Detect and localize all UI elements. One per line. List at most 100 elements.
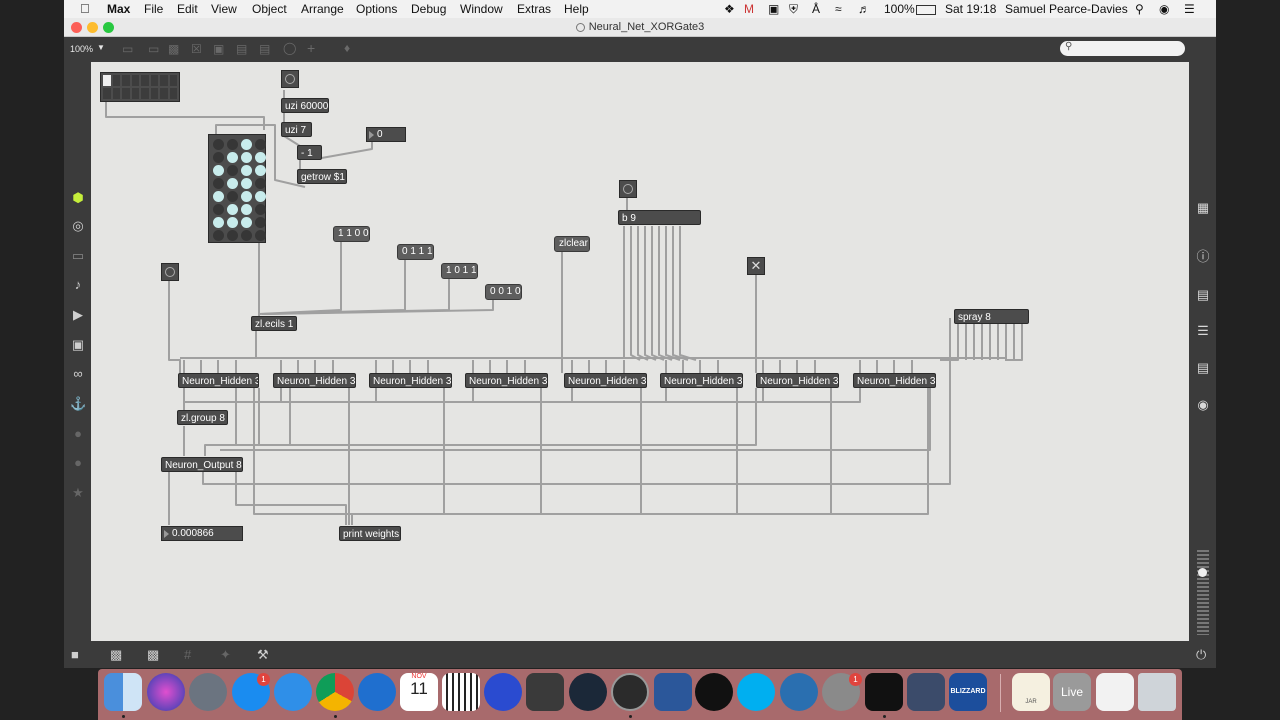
matrix-cell[interactable] xyxy=(112,75,120,86)
matrix-cell[interactable] xyxy=(169,88,177,99)
matrix-cell[interactable] xyxy=(141,88,149,99)
buffer-bang-button[interactable] xyxy=(619,180,637,198)
led-cell-on[interactable] xyxy=(227,217,238,228)
row-selector-matrix[interactable] xyxy=(100,72,180,102)
matrix-cell[interactable] xyxy=(122,88,130,99)
message-1100[interactable]: 1 1 0 0 xyxy=(333,226,370,242)
toggle-x-icon[interactable]: ✕ xyxy=(747,257,765,275)
buffer-object[interactable]: b 9 xyxy=(618,210,701,225)
max-icon[interactable] xyxy=(611,673,649,711)
led-cell-off[interactable] xyxy=(241,230,252,241)
matrix-cell[interactable] xyxy=(169,75,177,86)
counter-number-box[interactable]: 0 xyxy=(366,127,406,142)
document-stack-icon[interactable] xyxy=(1096,673,1134,711)
dvd-icon[interactable] xyxy=(526,673,564,711)
output-number-box[interactable]: 0.000866 xyxy=(161,526,243,541)
zlclear-message[interactable]: zlclear xyxy=(554,236,590,252)
neuron-hidden-7[interactable]: Neuron_Hidden 3 xyxy=(756,373,839,388)
calendar-icon[interactable]: NOV 11 xyxy=(400,673,438,711)
siri-dock-icon[interactable] xyxy=(147,673,185,711)
ableton-live-icon[interactable]: Live xyxy=(1053,673,1091,711)
matrix-cell[interactable] xyxy=(122,75,130,86)
jar-launcher-icon[interactable]: JAR xyxy=(1012,673,1050,711)
omnifocus-icon[interactable] xyxy=(907,673,945,711)
led-cell-on[interactable] xyxy=(213,191,224,202)
terminal-icon[interactable] xyxy=(865,673,903,711)
word-icon[interactable] xyxy=(654,673,692,711)
matrix-cell[interactable] xyxy=(150,88,158,99)
led-cell-off[interactable] xyxy=(227,191,238,202)
matrix-cell[interactable] xyxy=(112,88,120,99)
chrome-icon[interactable] xyxy=(316,673,354,711)
led-cell-on[interactable] xyxy=(227,178,238,189)
left-bang-button[interactable] xyxy=(161,263,179,281)
neuron-hidden-1[interactable]: Neuron_Hidden 3 xyxy=(178,373,259,388)
led-cell-on[interactable] xyxy=(241,204,252,215)
spray-object[interactable]: spray 8 xyxy=(954,309,1029,324)
matrix-cell[interactable] xyxy=(160,75,168,86)
message-1011[interactable]: 1 0 1 1 xyxy=(441,263,478,279)
neuron-hidden-3[interactable]: Neuron_Hidden 3 xyxy=(369,373,452,388)
start-bang-button[interactable] xyxy=(281,70,299,88)
led-cell-off[interactable] xyxy=(255,204,266,215)
matrix-cell[interactable] xyxy=(150,75,158,86)
led-cell-off[interactable] xyxy=(213,139,224,150)
led-cell-on[interactable] xyxy=(213,165,224,176)
neuron-hidden-2[interactable]: Neuron_Hidden 3 xyxy=(273,373,356,388)
led-cell-on[interactable] xyxy=(255,165,266,176)
led-cell-on[interactable] xyxy=(241,139,252,150)
uzi-60000-object[interactable]: uzi 60000 xyxy=(281,98,329,113)
uzi-7-object[interactable]: uzi 7 xyxy=(281,122,312,137)
led-cell-off[interactable] xyxy=(227,165,238,176)
zl-ecils-object[interactable]: zl.ecils 1 xyxy=(251,316,297,331)
steam-icon[interactable] xyxy=(569,673,607,711)
neuron-hidden-6[interactable]: Neuron_Hidden 3 xyxy=(660,373,743,388)
led-cell-off[interactable] xyxy=(255,217,266,228)
neuron-hidden-5[interactable]: Neuron_Hidden 3 xyxy=(564,373,647,388)
launchpad-icon[interactable] xyxy=(189,673,227,711)
led-cell-on[interactable] xyxy=(213,217,224,228)
led-cell-on[interactable] xyxy=(227,152,238,163)
led-cell-on[interactable] xyxy=(241,191,252,202)
led-cell-on[interactable] xyxy=(241,165,252,176)
led-cell-on[interactable] xyxy=(255,152,266,163)
minus-object[interactable]: - 1 xyxy=(297,145,322,160)
vectorworks-icon[interactable] xyxy=(695,673,733,711)
piano-icon[interactable] xyxy=(442,673,480,711)
led-cell-off[interactable] xyxy=(213,204,224,215)
led-cell-off[interactable] xyxy=(213,230,224,241)
led-cell-on[interactable] xyxy=(241,178,252,189)
led-cell-on[interactable] xyxy=(241,152,252,163)
matrix-cell[interactable] xyxy=(141,75,149,86)
led-cell-on[interactable] xyxy=(227,204,238,215)
print-weights-object[interactable]: print weights xyxy=(339,526,401,541)
nordvpn-icon[interactable] xyxy=(358,673,396,711)
neuron-hidden-8[interactable]: Neuron_Hidden 3 xyxy=(853,373,936,388)
message-0010[interactable]: 0 0 1 0 xyxy=(485,284,522,300)
trash-icon[interactable] xyxy=(1138,673,1176,711)
led-cell-off[interactable] xyxy=(255,230,266,241)
led-pattern-matrix[interactable] xyxy=(208,134,266,243)
led-cell-off[interactable] xyxy=(227,230,238,241)
message-0111[interactable]: 0 1 1 1 xyxy=(397,244,434,260)
led-cell-off[interactable] xyxy=(227,139,238,150)
led-cell-on[interactable] xyxy=(255,191,266,202)
led-cell-off[interactable] xyxy=(213,178,224,189)
audacity-icon[interactable] xyxy=(484,673,522,711)
getrow-object[interactable]: getrow $1 xyxy=(297,169,347,184)
matrix-cell[interactable] xyxy=(103,88,111,99)
skype-icon[interactable] xyxy=(737,673,775,711)
matrix-cell[interactable] xyxy=(131,88,139,99)
matrix-cell[interactable] xyxy=(131,75,139,86)
matrix-cell[interactable] xyxy=(160,88,168,99)
led-cell-on[interactable] xyxy=(241,217,252,228)
led-cell-off[interactable] xyxy=(255,178,266,189)
zl-group-object[interactable]: zl.group 8 xyxy=(177,410,228,425)
safari-icon[interactable] xyxy=(274,673,312,711)
neuron-hidden-4[interactable]: Neuron_Hidden 3 xyxy=(465,373,548,388)
finder-icon[interactable] xyxy=(104,673,142,711)
quicktime-icon[interactable] xyxy=(780,673,818,711)
led-cell-off[interactable] xyxy=(213,152,224,163)
matrix-cell-on[interactable] xyxy=(103,75,111,86)
blizzard-icon[interactable]: BLIZZARD xyxy=(949,673,987,711)
